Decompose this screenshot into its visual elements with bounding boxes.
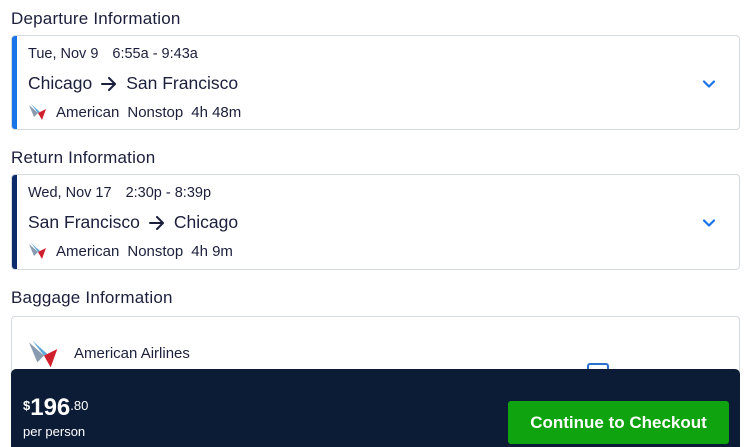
baggage-airline-name: American Airlines [74, 345, 190, 362]
return-origin: San Francisco [28, 212, 140, 232]
arrow-right-icon [148, 215, 164, 230]
return-destination: Chicago [173, 212, 239, 232]
price-dollars: 196 [30, 394, 71, 421]
departure-date-time: Tue, Nov 9 6:55a - 9:43a [28, 46, 198, 62]
departure-flight-card[interactable]: Tue, Nov 9 6:55a - 9:43a Chicago San Fran… [11, 35, 740, 130]
price-cents: .80 [70, 398, 89, 413]
return-heading: Return Information [11, 148, 156, 167]
departure-route: Chicago San Francisco [28, 73, 238, 94]
departure-origin: Chicago [28, 73, 93, 93]
checkout-bar: $ 196 .80 per person Continue to Checkou… [11, 369, 740, 447]
departure-accent-bar [12, 36, 17, 129]
return-date: Wed, Nov 17 [28, 185, 112, 201]
return-route: San Francisco Chicago [28, 212, 238, 233]
continue-to-checkout-button[interactable]: Continue to Checkout [508, 401, 729, 444]
return-time: 2:30p - 8:39p [125, 185, 212, 201]
departure-airline: American [56, 103, 120, 121]
return-flight-card[interactable]: Wed, Nov 17 2:30p - 8:39p San Francisco C… [11, 174, 740, 270]
departure-duration: 4h 48m [191, 103, 242, 121]
departure-destination: San Francisco [126, 73, 239, 93]
departure-heading: Departure Information [11, 9, 181, 28]
arrow-right-icon [101, 76, 117, 91]
chevron-down-icon[interactable] [701, 215, 717, 231]
return-airline: American [56, 242, 120, 260]
american-airlines-logo-icon [29, 243, 46, 259]
american-airlines-logo-icon [29, 104, 46, 120]
return-stops: Nonstop [127, 242, 184, 260]
return-date-time: Wed, Nov 17 2:30p - 8:39p [28, 185, 211, 201]
price-total: $ 196 .80 [23, 395, 88, 421]
return-duration: 4h 9m [191, 242, 233, 260]
price-currency: $ [23, 398, 31, 413]
departure-airline-row: American Nonstop 4h 48m [28, 103, 249, 121]
departure-stops: Nonstop [127, 103, 184, 121]
departure-date: Tue, Nov 9 [28, 46, 99, 62]
return-accent-bar [12, 175, 17, 269]
baggage-heading: Baggage Information [11, 288, 173, 307]
departure-time: 6:55a - 9:43a [112, 46, 198, 62]
chevron-down-icon[interactable] [701, 76, 717, 92]
per-person-label: per person [23, 424, 86, 439]
american-airlines-logo-icon [29, 340, 58, 368]
return-airline-row: American Nonstop 4h 9m [28, 242, 241, 260]
